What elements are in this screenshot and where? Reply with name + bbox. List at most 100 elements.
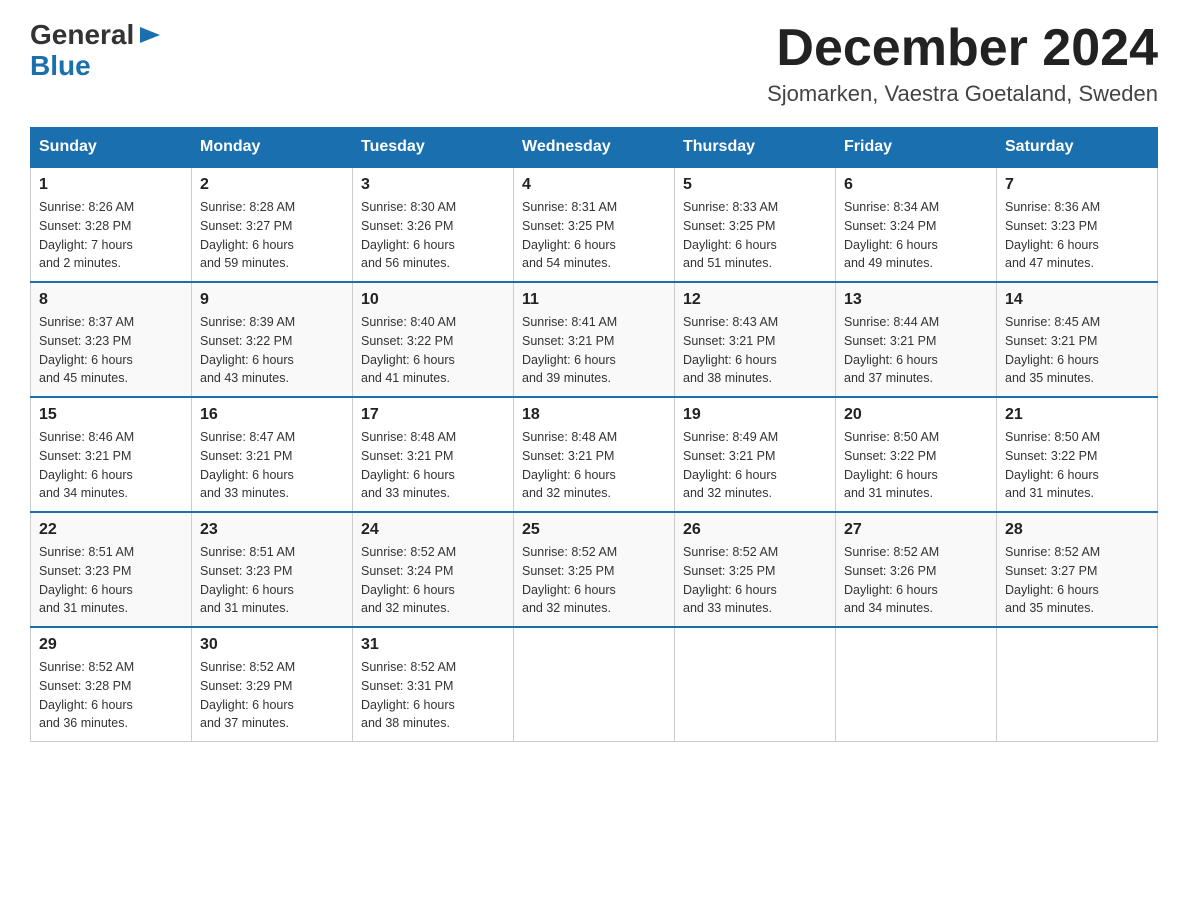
calendar-day-cell: 31 Sunrise: 8:52 AMSunset: 3:31 PMDaylig…: [353, 627, 514, 742]
day-info: Sunrise: 8:51 AMSunset: 3:23 PMDaylight:…: [200, 543, 344, 618]
calendar-day-cell: 15 Sunrise: 8:46 AMSunset: 3:21 PMDaylig…: [31, 397, 192, 512]
calendar-day-cell: 1 Sunrise: 8:26 AMSunset: 3:28 PMDayligh…: [31, 167, 192, 282]
day-number: 18: [522, 406, 666, 424]
calendar-table: SundayMondayTuesdayWednesdayThursdayFrid…: [30, 127, 1158, 742]
weekday-header-tuesday: Tuesday: [353, 128, 514, 168]
calendar-week-row: 29 Sunrise: 8:52 AMSunset: 3:28 PMDaylig…: [31, 627, 1158, 742]
day-number: 15: [39, 406, 183, 424]
day-info: Sunrise: 8:52 AMSunset: 3:31 PMDaylight:…: [361, 658, 505, 733]
day-number: 2: [200, 176, 344, 194]
calendar-day-cell: 5 Sunrise: 8:33 AMSunset: 3:25 PMDayligh…: [675, 167, 836, 282]
calendar-day-cell: 19 Sunrise: 8:49 AMSunset: 3:21 PMDaylig…: [675, 397, 836, 512]
day-number: 22: [39, 521, 183, 539]
day-info: Sunrise: 8:52 AMSunset: 3:25 PMDaylight:…: [522, 543, 666, 618]
day-info: Sunrise: 8:44 AMSunset: 3:21 PMDaylight:…: [844, 313, 988, 388]
day-number: 1: [39, 176, 183, 194]
calendar-day-cell: 4 Sunrise: 8:31 AMSunset: 3:25 PMDayligh…: [514, 167, 675, 282]
day-info: Sunrise: 8:48 AMSunset: 3:21 PMDaylight:…: [522, 428, 666, 503]
day-info: Sunrise: 8:52 AMSunset: 3:29 PMDaylight:…: [200, 658, 344, 733]
calendar-day-cell: 30 Sunrise: 8:52 AMSunset: 3:29 PMDaylig…: [192, 627, 353, 742]
day-info: Sunrise: 8:37 AMSunset: 3:23 PMDaylight:…: [39, 313, 183, 388]
day-info: Sunrise: 8:41 AMSunset: 3:21 PMDaylight:…: [522, 313, 666, 388]
weekday-header-sunday: Sunday: [31, 128, 192, 168]
day-info: Sunrise: 8:39 AMSunset: 3:22 PMDaylight:…: [200, 313, 344, 388]
day-number: 30: [200, 636, 344, 654]
calendar-day-cell: 25 Sunrise: 8:52 AMSunset: 3:25 PMDaylig…: [514, 512, 675, 627]
day-number: 19: [683, 406, 827, 424]
day-info: Sunrise: 8:49 AMSunset: 3:21 PMDaylight:…: [683, 428, 827, 503]
day-info: Sunrise: 8:52 AMSunset: 3:25 PMDaylight:…: [683, 543, 827, 618]
day-info: Sunrise: 8:33 AMSunset: 3:25 PMDaylight:…: [683, 198, 827, 273]
calendar-day-cell: 11 Sunrise: 8:41 AMSunset: 3:21 PMDaylig…: [514, 282, 675, 397]
calendar-day-cell: 17 Sunrise: 8:48 AMSunset: 3:21 PMDaylig…: [353, 397, 514, 512]
calendar-day-cell: [997, 627, 1158, 742]
day-number: 25: [522, 521, 666, 539]
day-number: 14: [1005, 291, 1149, 309]
logo-blue: Blue: [30, 51, 91, 82]
calendar-day-cell: 14 Sunrise: 8:45 AMSunset: 3:21 PMDaylig…: [997, 282, 1158, 397]
day-number: 10: [361, 291, 505, 309]
weekday-header-thursday: Thursday: [675, 128, 836, 168]
calendar-day-cell: 9 Sunrise: 8:39 AMSunset: 3:22 PMDayligh…: [192, 282, 353, 397]
calendar-title: December 2024: [767, 20, 1158, 77]
day-info: Sunrise: 8:52 AMSunset: 3:24 PMDaylight:…: [361, 543, 505, 618]
calendar-day-cell: [836, 627, 997, 742]
calendar-week-row: 1 Sunrise: 8:26 AMSunset: 3:28 PMDayligh…: [31, 167, 1158, 282]
day-info: Sunrise: 8:50 AMSunset: 3:22 PMDaylight:…: [1005, 428, 1149, 503]
calendar-day-cell: 16 Sunrise: 8:47 AMSunset: 3:21 PMDaylig…: [192, 397, 353, 512]
day-number: 23: [200, 521, 344, 539]
day-info: Sunrise: 8:40 AMSunset: 3:22 PMDaylight:…: [361, 313, 505, 388]
calendar-week-row: 15 Sunrise: 8:46 AMSunset: 3:21 PMDaylig…: [31, 397, 1158, 512]
day-number: 24: [361, 521, 505, 539]
day-number: 31: [361, 636, 505, 654]
day-number: 11: [522, 291, 666, 309]
calendar-header: SundayMondayTuesdayWednesdayThursdayFrid…: [31, 128, 1158, 168]
day-info: Sunrise: 8:34 AMSunset: 3:24 PMDaylight:…: [844, 198, 988, 273]
day-number: 8: [39, 291, 183, 309]
day-info: Sunrise: 8:52 AMSunset: 3:26 PMDaylight:…: [844, 543, 988, 618]
title-block: December 2024 Sjomarken, Vaestra Goetala…: [767, 20, 1158, 107]
day-info: Sunrise: 8:46 AMSunset: 3:21 PMDaylight:…: [39, 428, 183, 503]
calendar-day-cell: 23 Sunrise: 8:51 AMSunset: 3:23 PMDaylig…: [192, 512, 353, 627]
logo-general: General: [30, 20, 134, 51]
day-number: 26: [683, 521, 827, 539]
calendar-day-cell: 24 Sunrise: 8:52 AMSunset: 3:24 PMDaylig…: [353, 512, 514, 627]
day-number: 6: [844, 176, 988, 194]
calendar-day-cell: [675, 627, 836, 742]
day-number: 28: [1005, 521, 1149, 539]
day-info: Sunrise: 8:30 AMSunset: 3:26 PMDaylight:…: [361, 198, 505, 273]
calendar-day-cell: 21 Sunrise: 8:50 AMSunset: 3:22 PMDaylig…: [997, 397, 1158, 512]
day-info: Sunrise: 8:43 AMSunset: 3:21 PMDaylight:…: [683, 313, 827, 388]
calendar-day-cell: 27 Sunrise: 8:52 AMSunset: 3:26 PMDaylig…: [836, 512, 997, 627]
calendar-day-cell: 10 Sunrise: 8:40 AMSunset: 3:22 PMDaylig…: [353, 282, 514, 397]
weekday-header-monday: Monday: [192, 128, 353, 168]
day-number: 13: [844, 291, 988, 309]
day-info: Sunrise: 8:51 AMSunset: 3:23 PMDaylight:…: [39, 543, 183, 618]
day-info: Sunrise: 8:26 AMSunset: 3:28 PMDaylight:…: [39, 198, 183, 273]
calendar-day-cell: 12 Sunrise: 8:43 AMSunset: 3:21 PMDaylig…: [675, 282, 836, 397]
calendar-day-cell: 2 Sunrise: 8:28 AMSunset: 3:27 PMDayligh…: [192, 167, 353, 282]
weekday-header-wednesday: Wednesday: [514, 128, 675, 168]
calendar-day-cell: 7 Sunrise: 8:36 AMSunset: 3:23 PMDayligh…: [997, 167, 1158, 282]
day-number: 16: [200, 406, 344, 424]
day-number: 17: [361, 406, 505, 424]
day-number: 5: [683, 176, 827, 194]
day-info: Sunrise: 8:52 AMSunset: 3:28 PMDaylight:…: [39, 658, 183, 733]
calendar-day-cell: 20 Sunrise: 8:50 AMSunset: 3:22 PMDaylig…: [836, 397, 997, 512]
calendar-day-cell: 28 Sunrise: 8:52 AMSunset: 3:27 PMDaylig…: [997, 512, 1158, 627]
weekday-header-friday: Friday: [836, 128, 997, 168]
calendar-week-row: 8 Sunrise: 8:37 AMSunset: 3:23 PMDayligh…: [31, 282, 1158, 397]
calendar-day-cell: 18 Sunrise: 8:48 AMSunset: 3:21 PMDaylig…: [514, 397, 675, 512]
day-number: 9: [200, 291, 344, 309]
day-number: 7: [1005, 176, 1149, 194]
day-info: Sunrise: 8:31 AMSunset: 3:25 PMDaylight:…: [522, 198, 666, 273]
logo: General Blue: [30, 20, 164, 82]
day-info: Sunrise: 8:50 AMSunset: 3:22 PMDaylight:…: [844, 428, 988, 503]
day-info: Sunrise: 8:47 AMSunset: 3:21 PMDaylight:…: [200, 428, 344, 503]
weekday-header-saturday: Saturday: [997, 128, 1158, 168]
day-number: 21: [1005, 406, 1149, 424]
day-info: Sunrise: 8:52 AMSunset: 3:27 PMDaylight:…: [1005, 543, 1149, 618]
calendar-day-cell: 13 Sunrise: 8:44 AMSunset: 3:21 PMDaylig…: [836, 282, 997, 397]
calendar-day-cell: 8 Sunrise: 8:37 AMSunset: 3:23 PMDayligh…: [31, 282, 192, 397]
calendar-day-cell: 22 Sunrise: 8:51 AMSunset: 3:23 PMDaylig…: [31, 512, 192, 627]
